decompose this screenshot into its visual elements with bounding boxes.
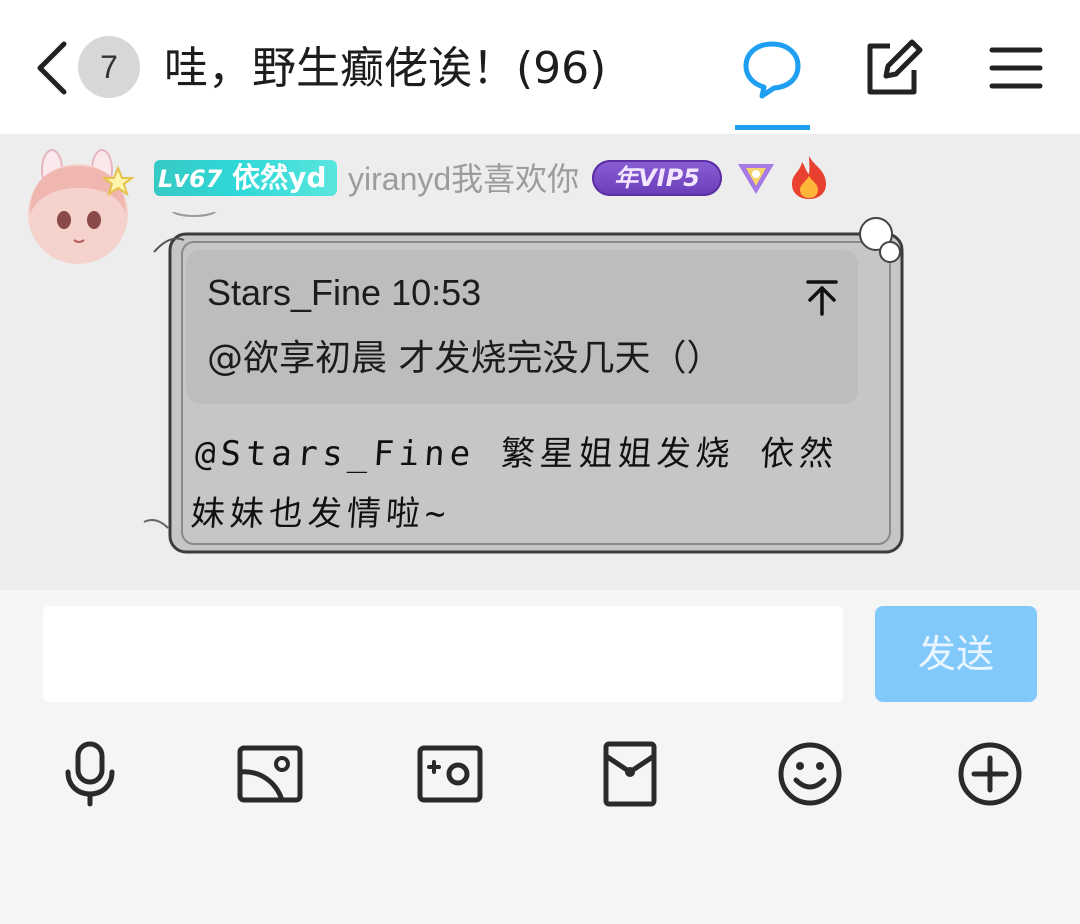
menu-icon[interactable]	[984, 36, 1048, 100]
plus-icon[interactable]	[956, 740, 1024, 808]
chat-header: 7 哇，野生癫佬诶！(96)	[0, 0, 1080, 134]
send-button[interactable]: 发送	[875, 606, 1037, 702]
active-tab-indicator	[735, 125, 810, 130]
message-text: @Stars_Fine 繁星姐姐发烧 依然妹妹也发情啦~	[189, 434, 840, 534]
message-input[interactable]	[43, 606, 843, 702]
fire-icon	[792, 156, 826, 199]
vip-badge: 年VIP5	[592, 160, 722, 196]
quoted-text: @欲享初晨 才发烧完没几天（）	[207, 338, 723, 379]
chat-bubble-icon[interactable]	[740, 36, 804, 100]
microphone-icon[interactable]	[56, 740, 124, 808]
emoji-icon[interactable]	[776, 740, 844, 808]
unread-count-badge[interactable]: 7	[78, 36, 140, 98]
display-name: 依然yd	[232, 161, 327, 194]
quoted-author-time: Stars_Fine 10:53	[207, 272, 482, 313]
back-arrow-icon[interactable]	[30, 38, 74, 98]
crown-icon	[738, 164, 774, 194]
arrow-up-to-top-icon[interactable]	[802, 276, 842, 316]
sender-username[interactable]: yiranyd我喜欢你	[348, 158, 579, 200]
edit-icon[interactable]	[860, 36, 924, 100]
level-badge: Lv67 依然yd	[154, 160, 337, 196]
group-title: 哇，野生癫佬诶！(96)	[164, 43, 607, 94]
red-packet-icon[interactable]	[596, 740, 664, 808]
image-icon[interactable]	[236, 740, 304, 808]
level-label: Lv67	[158, 165, 223, 193]
avatar[interactable]	[22, 148, 134, 266]
camera-icon[interactable]	[416, 740, 484, 808]
